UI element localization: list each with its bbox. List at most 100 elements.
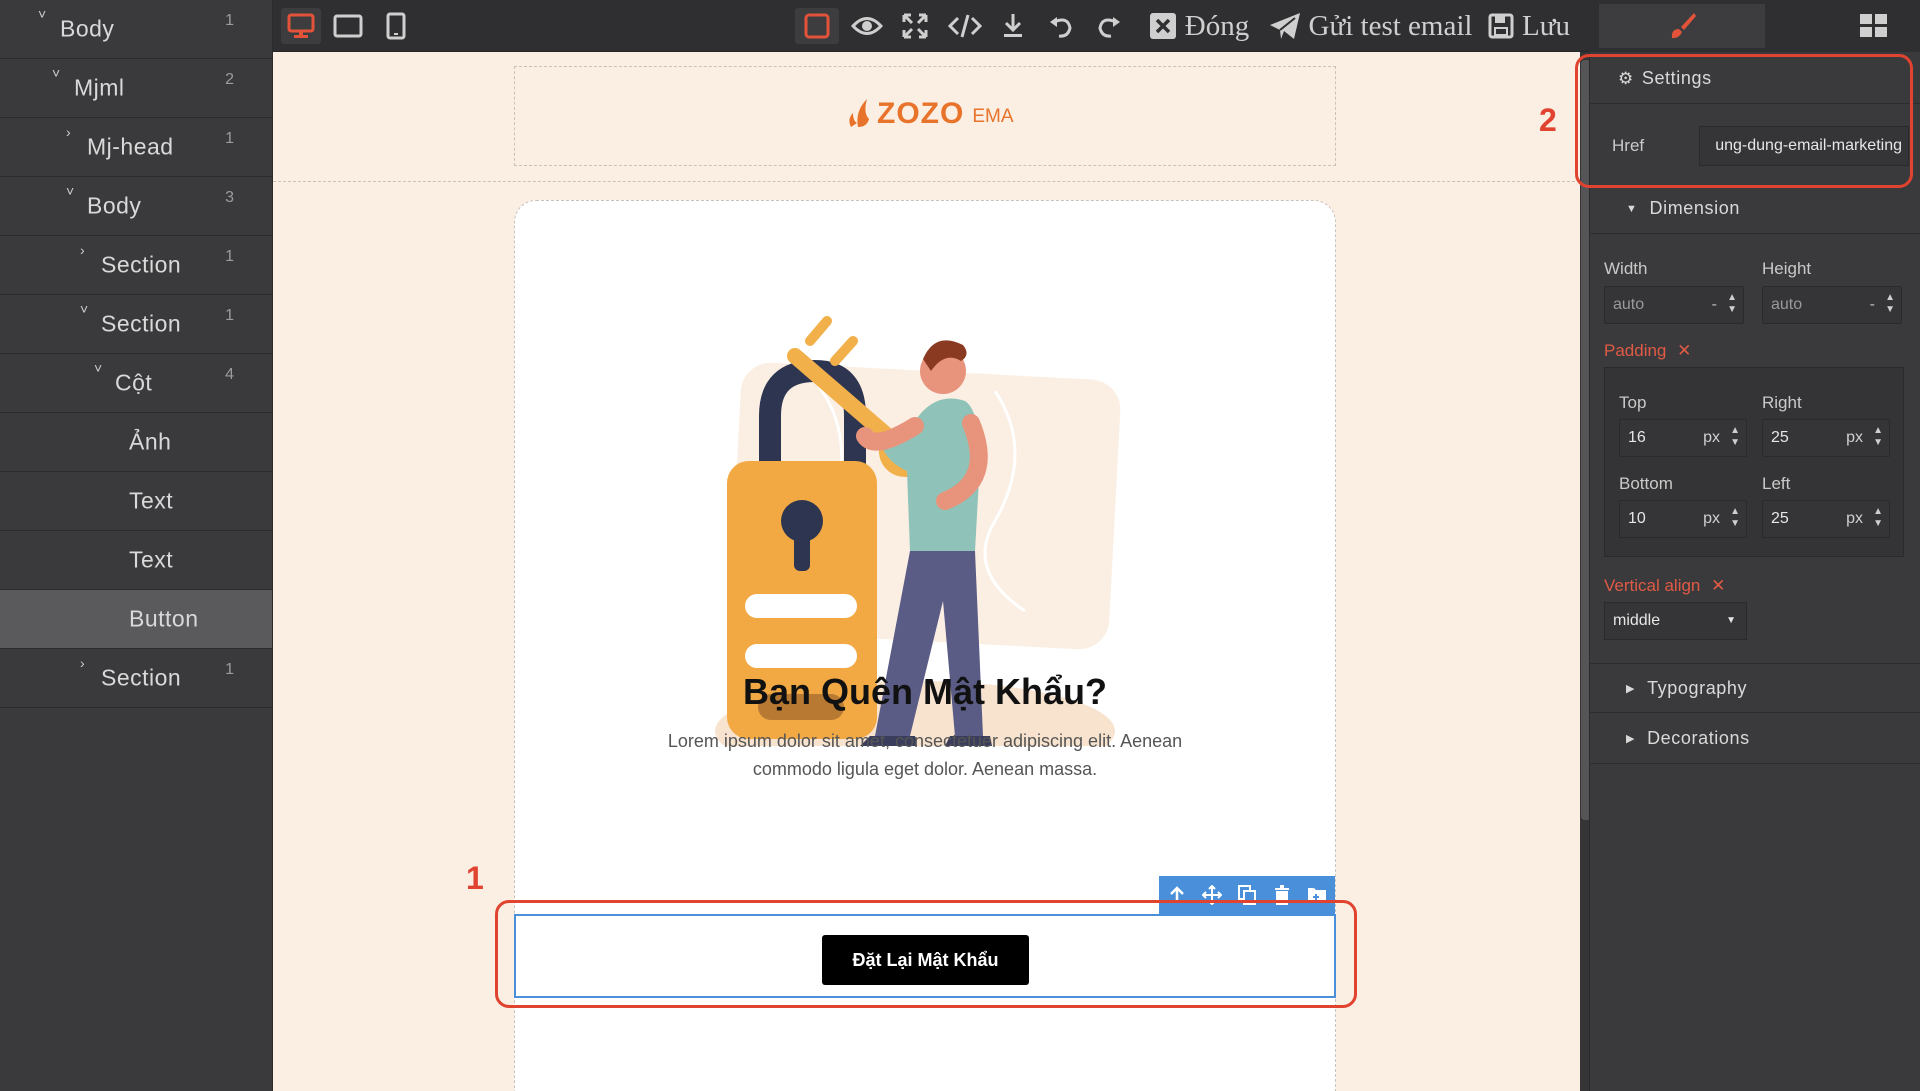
padding-right-input[interactable]: 25 px ▲ ▼ xyxy=(1762,419,1890,457)
fullscreen-button[interactable] xyxy=(893,8,937,44)
padding-left-input[interactable]: 25 px ▲ ▼ xyxy=(1762,500,1890,538)
padding-left-value: 25 xyxy=(1771,510,1789,527)
style-manager-tab[interactable] xyxy=(1599,4,1765,48)
email-canvas[interactable]: ZOZO EMA Bạn Quên Mật Khẩu? Lorem ipsum … xyxy=(273,52,1580,1091)
height-input[interactable]: auto - ▲ ▼ xyxy=(1762,286,1902,324)
mobile-view-button[interactable] xyxy=(376,8,416,44)
logo-suffix: EMA xyxy=(972,106,1014,127)
decorations-header[interactable]: ▶ Decorations xyxy=(1590,714,1920,764)
close-button[interactable]: Đóng xyxy=(1143,8,1255,44)
chevron-down-icon[interactable]: ˅ xyxy=(80,301,88,317)
undo-button[interactable] xyxy=(1041,8,1081,44)
send-test-email-button[interactable]: Gửi test email xyxy=(1268,8,1473,44)
eye-icon xyxy=(851,17,883,35)
clear-vertical-align-icon[interactable]: ✕ xyxy=(1711,576,1725,595)
outline-toggle-button[interactable] xyxy=(795,8,839,44)
redo-icon xyxy=(1098,17,1120,38)
chevron-down-icon[interactable]: ˅ xyxy=(52,65,60,81)
layer-tree: ˅ Body 1 ˅ Mjml 2 › Mj-head 1 ˅ Body 3 ›… xyxy=(0,0,273,1091)
layer-label: Mj-head xyxy=(87,133,174,160)
stepper-arrows-icon[interactable]: ▲ ▼ xyxy=(1873,425,1883,449)
layer-item-section[interactable]: › Section 1 xyxy=(0,649,272,708)
clear-padding-icon[interactable]: ✕ xyxy=(1677,341,1691,360)
blocks-tab[interactable] xyxy=(1839,4,1909,48)
layer-count: 2 xyxy=(225,71,234,88)
vertical-align-select[interactable]: middle ▼ xyxy=(1604,602,1747,640)
layer-label: Section xyxy=(101,310,182,337)
save-button[interactable]: Lưu xyxy=(1483,8,1575,44)
chevron-down-icon[interactable]: ˅ xyxy=(38,6,46,22)
chevron-down-icon[interactable]: ˅ xyxy=(66,183,74,199)
padding-left-label: Left xyxy=(1762,474,1791,493)
layer-item-column[interactable]: ˅ Cột 4 xyxy=(0,354,272,413)
zozo-logo: ZOZO EMA xyxy=(845,97,1014,129)
annotation-number-2: 2 xyxy=(1539,102,1557,138)
panel-tabs xyxy=(1589,0,1920,52)
padding-right-label: Right xyxy=(1762,393,1802,412)
typography-header[interactable]: ▶ Typography xyxy=(1590,663,1920,713)
top-toolbar: Đóng Gửi test email Lưu xyxy=(273,0,1589,52)
code-view-button[interactable] xyxy=(941,8,989,44)
square-outline-icon xyxy=(804,13,830,39)
layer-count: 3 xyxy=(225,189,234,206)
stepper-arrows-icon[interactable]: ▲ ▼ xyxy=(1730,506,1740,530)
desktop-view-button[interactable] xyxy=(281,8,321,44)
chevron-down-icon[interactable]: ˅ xyxy=(94,360,102,376)
logo-text: ZOZO xyxy=(877,97,965,130)
layer-label: Section xyxy=(101,664,182,691)
style-panel: ⚙ Settings Href ung-dung-email-marketing… xyxy=(1589,52,1920,1091)
padding-bottom-input[interactable]: 10 px ▲ ▼ xyxy=(1619,500,1747,538)
layer-label: Mjml xyxy=(74,74,125,101)
undo-icon xyxy=(1050,17,1072,38)
padding-label-text: Padding xyxy=(1604,341,1667,360)
annotation-box-1 xyxy=(495,900,1357,1008)
preview-button[interactable] xyxy=(845,8,889,44)
vertical-align-value: middle xyxy=(1613,612,1661,629)
tablet-icon xyxy=(333,14,363,38)
layer-item-body-inner[interactable]: ˅ Body 3 xyxy=(0,177,272,236)
layer-item-section[interactable]: › Section 1 xyxy=(0,236,272,295)
layer-item-mjml[interactable]: ˅ Mjml 2 xyxy=(0,59,272,118)
layer-count: 1 xyxy=(225,12,234,29)
email-title: Bạn Quên Mật Khẩu? xyxy=(742,671,1107,712)
padding-right-value: 25 xyxy=(1771,429,1789,446)
padding-right-unit: px xyxy=(1846,429,1863,446)
chevron-right-icon[interactable]: › xyxy=(66,124,71,140)
layer-label: Text xyxy=(129,487,174,514)
export-button[interactable] xyxy=(993,8,1033,44)
layer-count: 4 xyxy=(225,366,234,383)
layer-item-button[interactable]: Button xyxy=(0,590,272,649)
tablet-view-button[interactable] xyxy=(328,8,368,44)
desktop-icon xyxy=(287,13,315,38)
height-value: auto xyxy=(1771,296,1803,313)
layer-item-text[interactable]: Text xyxy=(0,472,272,531)
dimension-header[interactable]: ▼ Dimension xyxy=(1590,184,1920,234)
layer-item-body[interactable]: ˅ Body 1 xyxy=(0,0,272,59)
padding-bottom-value: 10 xyxy=(1628,510,1646,527)
vertical-align-label-text: Vertical align xyxy=(1604,576,1701,595)
padding-top-input[interactable]: 16 px ▲ ▼ xyxy=(1619,419,1747,457)
floppy-disk-icon xyxy=(1488,13,1514,39)
stepper-arrows-icon[interactable]: ▲ ▼ xyxy=(1873,506,1883,530)
layer-item-mj-head[interactable]: › Mj-head 1 xyxy=(0,118,272,177)
redo-button[interactable] xyxy=(1089,8,1129,44)
padding-bottom-unit: px xyxy=(1703,510,1720,527)
stepper-arrows-icon[interactable]: ▲ ▼ xyxy=(1727,292,1737,316)
padding-top-label: Top xyxy=(1619,393,1647,412)
layer-label: Body xyxy=(87,192,142,219)
stepper-arrows-icon[interactable]: ▲ ▼ xyxy=(1885,292,1895,316)
layer-count: 1 xyxy=(225,307,234,324)
email-body-line-1: Lorem ipsum dolor sit amet, consectetuer… xyxy=(667,731,1183,751)
chevron-right-icon[interactable]: › xyxy=(80,655,85,671)
logo-block[interactable]: ZOZO EMA xyxy=(514,66,1336,166)
vertical-align-label: Vertical align ✕ xyxy=(1604,576,1725,596)
paint-brush-icon xyxy=(1671,13,1696,39)
layer-item-text[interactable]: Text xyxy=(0,531,272,590)
chevron-right-icon[interactable]: › xyxy=(80,242,85,258)
close-box-icon xyxy=(1149,13,1176,39)
layer-item-section[interactable]: ˅ Section 1 xyxy=(0,295,272,354)
layer-count: 1 xyxy=(225,661,234,678)
width-input[interactable]: auto - ▲ ▼ xyxy=(1604,286,1744,324)
layer-item-image[interactable]: Ảnh xyxy=(0,413,272,472)
stepper-arrows-icon[interactable]: ▲ ▼ xyxy=(1730,425,1740,449)
